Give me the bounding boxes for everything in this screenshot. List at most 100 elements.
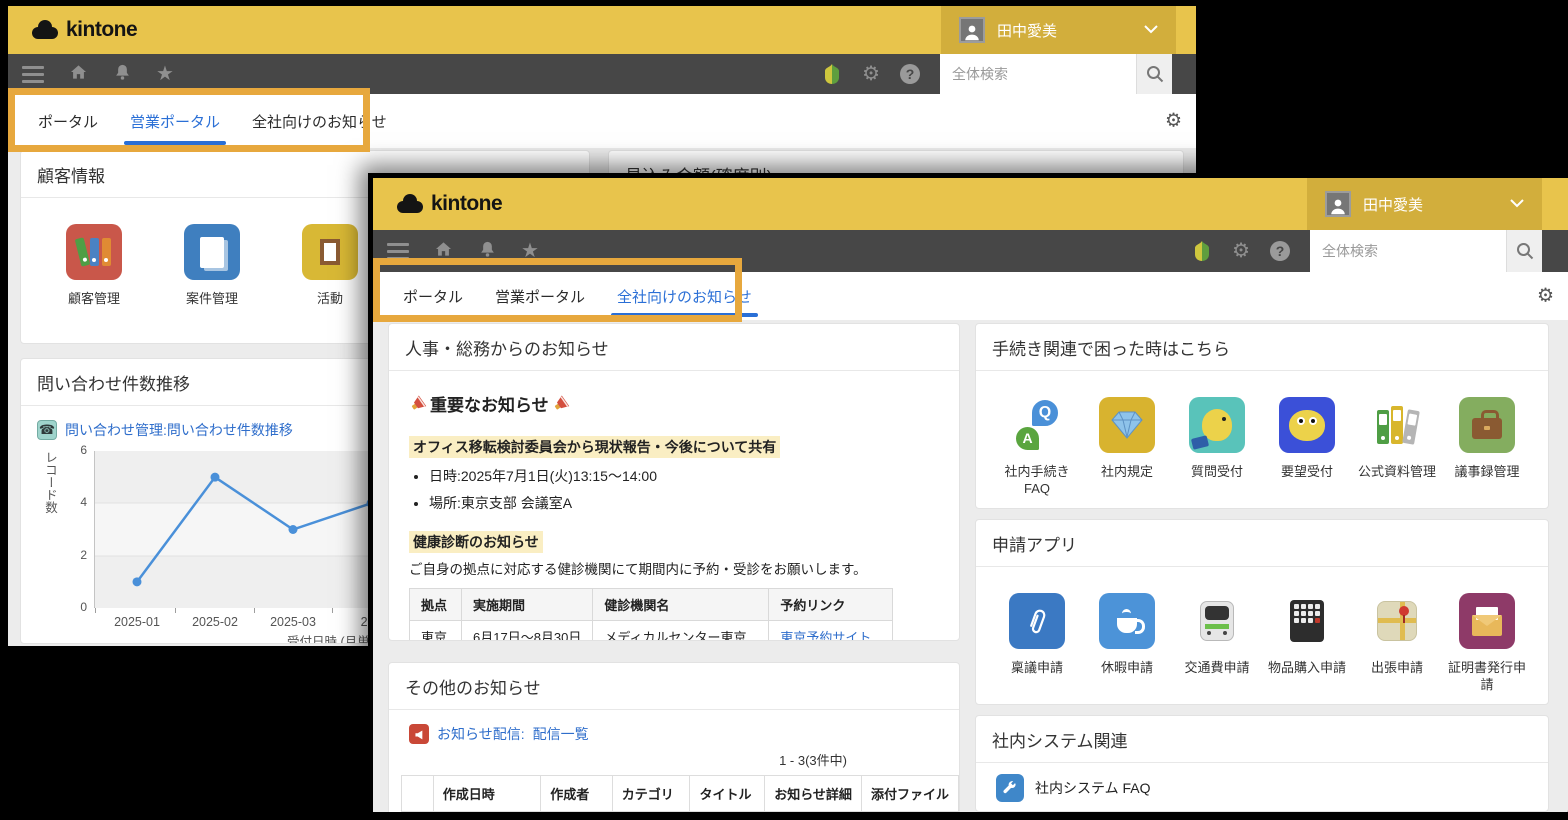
tab-sales-portal-label: 営業ポータル [495,286,585,307]
app-label: 活動 [317,291,343,308]
tokyo-reservation-link[interactable]: 東京予約サイト [780,630,871,641]
health-check-table: 拠点 実施期間 健診機関名 予約リンク 東京 6月17日〜8月30日 メディカル… [409,588,893,641]
other-news-card: その他のお知らせ お知らせ配信: 配信一覧 1 - 3(3件中) 作成日時 作成… [388,662,960,812]
bird-face-icon [1279,397,1335,453]
hamburger-menu-icon[interactable] [22,66,44,83]
app-certificate-issue[interactable]: 証明書発行申請 [1442,593,1532,694]
portal-settings-gear-icon[interactable]: ⚙ [1537,285,1554,308]
col-detail: お知らせ詳細 [765,776,862,812]
notification-bell-icon[interactable] [113,62,132,86]
map-pin-icon [1369,593,1425,649]
app-meeting-minutes[interactable]: 議事録管理 [1442,397,1532,498]
user-name: 田中愛美 [1363,194,1423,215]
app-ringi-request[interactable]: 稟議申請 [992,593,1082,694]
x-tick: 2025-01 [105,615,169,629]
app-business-trip[interactable]: 出張申請 [1352,593,1442,694]
kintone-cloud-icon [395,192,425,216]
kintone-logo[interactable]: kintone [30,18,137,42]
app-case-management[interactable]: 案件管理 [153,224,271,308]
portal-settings-gear-icon[interactable]: ⚙ [1165,110,1182,133]
app-label: 公式資料管理 [1358,464,1436,481]
kintone-header: kintone 田中愛美 [373,178,1568,230]
col-link: 予約リンク [769,589,893,621]
briefcase-icon [1459,397,1515,453]
app-vacation-request[interactable]: 休暇申請 [1082,593,1172,694]
train-icon [1189,593,1245,649]
user-menu[interactable]: 田中愛美 [1307,178,1542,230]
search-icon[interactable] [1506,230,1542,272]
internal-systems-card: 社内システム関連 社内システム FAQ IT相談窓口 [975,715,1549,812]
notification-bell-icon[interactable] [478,239,497,263]
procedures-title: 手続き関連で困った時はこちら [976,324,1548,371]
tab-company-news[interactable]: 全社向けのお知らせ [601,272,768,320]
col-period: 実施期間 [462,589,593,621]
sys-item-label: 社内システム FAQ [1035,778,1150,798]
news-view-link[interactable]: 配信一覧 [533,724,589,744]
app-label: 稟議申請 [1011,660,1063,677]
x-tick-mark [254,608,255,613]
search-input[interactable] [1310,230,1506,272]
pagination-label: 1 - 3(3件中) [389,746,959,775]
tab-portal[interactable]: ポータル [22,94,114,148]
x-tick-mark [332,608,333,613]
app-question-desk[interactable]: 質問受付 [1172,397,1262,498]
app-internal-procedures-faq[interactable]: QA 社内手続き FAQ [992,397,1082,498]
customer-management-binders-icon [66,224,122,280]
x-tick: 2025-03 [261,615,325,629]
tab-sales-portal[interactable]: 営業ポータル [114,94,236,148]
favorites-star-icon[interactable]: ★ [521,241,539,261]
app-label: 交通費申請 [1184,660,1249,677]
news-app-link[interactable]: お知らせ配信: [437,724,525,744]
app-customer-management[interactable]: 顧客管理 [35,224,153,308]
office-notice-details: 日時:2025年7月1日(火)13:15〜14:00 場所:東京支部 会議室A [413,466,939,513]
application-apps-card: 申請アプリ 稟議申請 休暇申請 交通費申請 [975,519,1549,705]
tab-portal[interactable]: ポータル [387,272,479,320]
inquiry-chart-link[interactable]: 問い合わせ管理:問い合わせ件数推移 [65,420,293,440]
settings-gear-icon[interactable]: ⚙ [862,64,880,84]
help-icon[interactable]: ? [1270,241,1290,261]
link-internal-system-faq[interactable]: 社内システム FAQ [976,763,1548,802]
col-created-at: 作成日時 [433,776,541,812]
user-avatar [1325,191,1351,217]
application-apps-title: 申請アプリ [976,520,1548,567]
beginner-guide-icon[interactable] [822,62,842,86]
app-request-desk[interactable]: 要望受付 [1262,397,1352,498]
tab-portal-label: ポータル [38,111,98,132]
tab-company-news-label: 全社向けのお知らせ [617,286,752,307]
tab-sales-portal[interactable]: 営業ポータル [479,272,601,320]
search-input[interactable] [940,54,1136,94]
phone-app-icon: ☎ [37,420,57,440]
col-title: タイトル [690,776,765,812]
app-label: 出張申請 [1371,660,1423,677]
document-binders-icon [1369,397,1425,453]
help-icon[interactable]: ? [900,64,920,84]
calculator-icon [1279,593,1335,649]
search-icon[interactable] [1136,54,1172,94]
hamburger-menu-icon[interactable] [387,243,409,260]
beginner-guide-icon[interactable] [1192,239,1212,263]
app-purchase-request[interactable]: 物品購入申請 [1262,593,1352,694]
hr-announcements-title: 人事・総務からのお知らせ [389,324,959,371]
link-it-helpdesk[interactable]: IT相談窓口 [976,802,1548,812]
app-official-documents[interactable]: 公式資料管理 [1352,397,1442,498]
app-label: 質問受付 [1191,464,1243,481]
col-site: 拠点 [410,589,462,621]
tab-company-news[interactable]: 全社向けのお知らせ [236,94,403,148]
paperclip-icon [1009,593,1065,649]
app-label: 証明書発行申請 [1442,660,1532,694]
col-blank [402,776,434,812]
announcement-app-icon [409,724,429,744]
global-search [940,54,1172,94]
app-transport-expense[interactable]: 交通費申請 [1172,593,1262,694]
user-menu[interactable]: 田中愛美 [941,6,1176,54]
y-tick: 4 [63,495,87,509]
favorites-star-icon[interactable]: ★ [156,64,174,84]
settings-gear-icon[interactable]: ⚙ [1232,241,1250,261]
tab-portal-label: ポータル [403,286,463,307]
kintone-logo[interactable]: kintone [395,192,502,216]
col-org: 健診機関名 [593,589,769,621]
hr-announcements-card: 人事・総務からのお知らせ 重要なお知らせ オフィス移転検討委員会から現状報告・今… [388,323,960,641]
home-icon[interactable] [68,62,89,86]
home-icon[interactable] [433,239,454,263]
app-internal-rules[interactable]: 社内規定 [1082,397,1172,498]
